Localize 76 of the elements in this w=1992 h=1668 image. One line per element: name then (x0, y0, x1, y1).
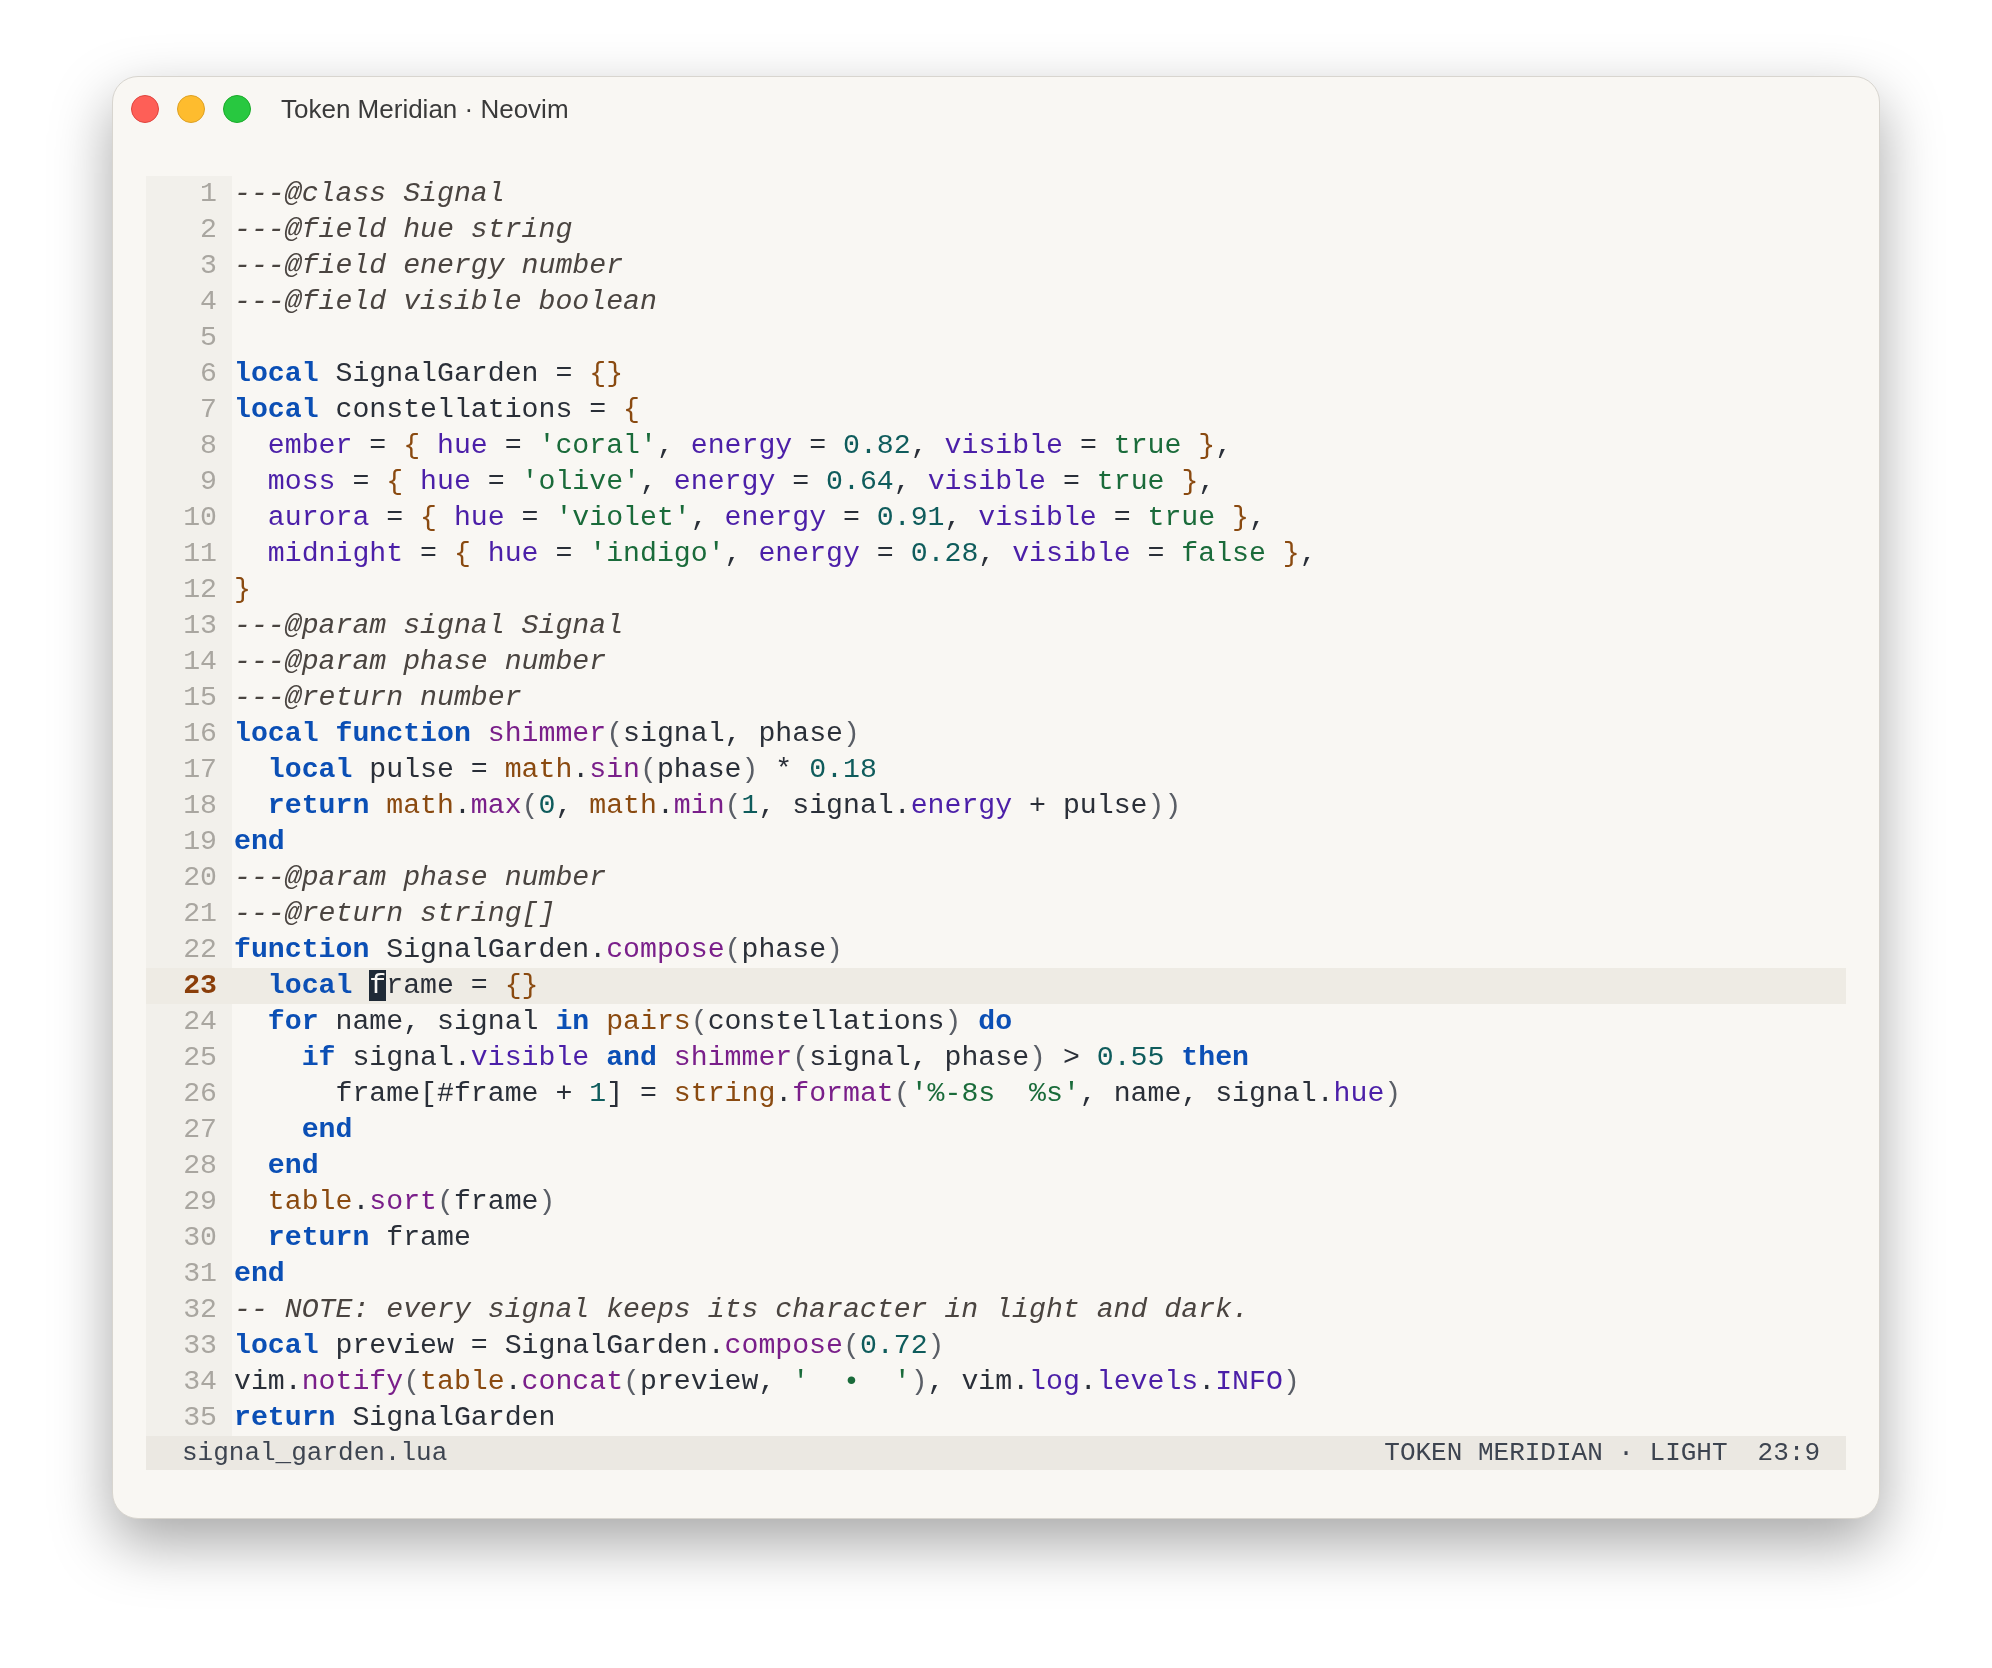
minimize-button[interactable] (177, 95, 205, 123)
code-line: end (234, 824, 285, 859)
line-number: 34 (183, 1364, 217, 1399)
cursor-position: 23:9 (1757, 1436, 1820, 1470)
line-number: 6 (200, 356, 217, 391)
code-line: ember = { hue = 'coral', energy = 0.82, visible = true }, (266, 428, 1233, 463)
line-number: 25 (183, 1040, 217, 1075)
code-line: vim.notify(table.concat(preview, ' • '), vim.log.levels.INFO) (234, 1364, 1300, 1399)
line-number: 2 (200, 212, 217, 247)
file-name: signal_garden.lua (182, 1436, 448, 1470)
code-line: end (300, 1112, 353, 1147)
code-line: return math.max(0, math.min(1, signal.energy + pulse)) (266, 788, 1182, 823)
code-line: ---@param phase number (234, 860, 607, 895)
code-line: local pulse = math.sin(phase) * 0.18 (266, 752, 877, 787)
line-number: 16 (183, 716, 217, 751)
code-line: ---@field visible boolean (234, 284, 657, 319)
zoom-button[interactable] (223, 95, 251, 123)
line-number: 10 (183, 500, 217, 535)
line-number: 12 (183, 572, 217, 607)
code-line: ---@class Signal (234, 176, 505, 211)
code-line: midnight = { hue = 'indigo', energy = 0.28, visible = false }, (266, 536, 1317, 571)
code-line: ---@field hue string (234, 212, 573, 247)
code-line: end (234, 1256, 285, 1291)
code-line: function SignalGarden.compose(phase) (234, 932, 843, 967)
line-number: 32 (183, 1292, 217, 1327)
line-number: 29 (183, 1184, 217, 1219)
code-line: local function shimmer(signal, phase) (234, 716, 860, 751)
line-number: 33 (183, 1328, 217, 1363)
line-number: 8 (200, 428, 217, 463)
code-line: frame[#frame + 1] = string.format('%-8s %s', name, signal.hue) (334, 1076, 1402, 1111)
code-line: local constellations = { (234, 392, 640, 427)
line-number: 35 (183, 1400, 217, 1435)
line-number: 15 (183, 680, 217, 715)
code-line: table.sort(frame) (266, 1184, 556, 1219)
line-number: 19 (183, 824, 217, 859)
code-line: local preview = SignalGarden.compose(0.72) (234, 1328, 945, 1363)
close-button[interactable] (131, 95, 159, 123)
line-number: 14 (183, 644, 217, 679)
code-line: -- NOTE: every signal keeps its character in light and dark. (234, 1292, 1249, 1327)
line-number: 9 (200, 464, 217, 499)
code-line: if signal.visible and shimmer(signal, phase) > 0.55 then (300, 1040, 1249, 1075)
code-line: ---@param signal Signal (234, 608, 624, 643)
line-number: 4 (200, 284, 217, 319)
line-number: 13 (183, 608, 217, 643)
code-line: return SignalGarden (234, 1400, 556, 1435)
code-line: return frame (266, 1220, 471, 1255)
window-title: Token Meridian · Neovim (281, 95, 569, 123)
line-number: 17 (183, 752, 217, 787)
code-line: ---@return number (234, 680, 522, 715)
line-number: 26 (183, 1076, 217, 1111)
line-number: 30 (183, 1220, 217, 1255)
line-number: 21 (183, 896, 217, 931)
theme-name: TOKEN MERIDIAN · LIGHT (1384, 1436, 1728, 1470)
line-number: 27 (183, 1112, 217, 1147)
line-number: 1 (200, 176, 217, 211)
code-line: end (266, 1148, 319, 1183)
line-number: 28 (183, 1148, 217, 1183)
line-number: 7 (200, 392, 217, 427)
line-number: 3 (200, 248, 217, 283)
code-line: moss = { hue = 'olive', energy = 0.64, visible = true }, (266, 464, 1216, 499)
code-line: local frame = {} (266, 968, 539, 1003)
code-line: for name, signal in pairs(constellations) do (266, 1004, 1013, 1039)
line-number: 5 (200, 320, 217, 355)
line-number: 31 (183, 1256, 217, 1291)
code-line: ---@return string[] (234, 896, 556, 931)
line-number: 18 (183, 788, 217, 823)
line-number: 22 (183, 932, 217, 967)
code-line: aurora = { hue = 'violet', energy = 0.91, visible = true }, (266, 500, 1266, 535)
code-line: local SignalGarden = {} (234, 356, 624, 391)
line-number: 20 (183, 860, 217, 895)
code-line: ---@param phase number (234, 644, 607, 679)
line-number: 23 (183, 968, 217, 1003)
code-line: ---@field energy number (234, 248, 624, 283)
line-number: 11 (183, 536, 217, 571)
code-line: } (234, 572, 251, 607)
line-number: 24 (183, 1004, 217, 1039)
